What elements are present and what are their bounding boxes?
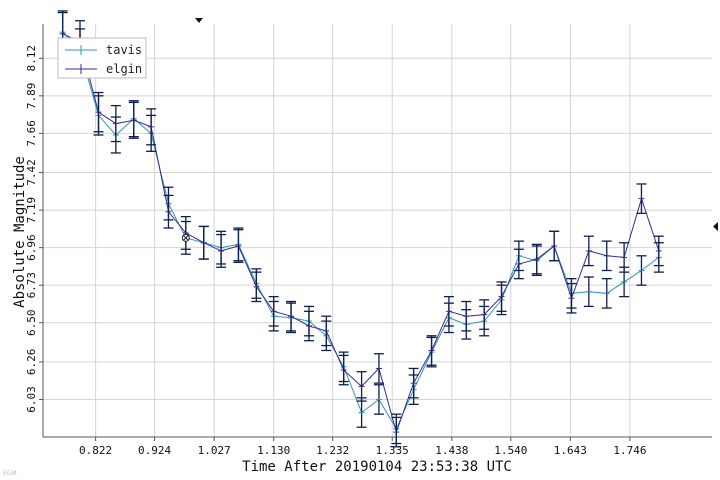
- reference-marker-layer: [181, 233, 190, 242]
- x-tick-label: 1.540: [494, 444, 527, 457]
- y-tick-label: 6.26: [25, 349, 38, 376]
- legend-label-tavis: tavis: [106, 43, 142, 57]
- x-tick-label: 1.335: [376, 444, 409, 457]
- x-tick-label: 0.924: [138, 444, 171, 457]
- series-line-elgin: [62, 33, 660, 434]
- series: [57, 10, 664, 448]
- series-elgin: [57, 11, 664, 448]
- x-tick-label: 1.232: [316, 444, 349, 457]
- x-tick-label: 1.130: [257, 444, 290, 457]
- x-tick-label: 0.822: [79, 444, 112, 457]
- x-ticks: 0.822 0.924 1.027 1.130 1.232 1.335 1.438 1.540…: [79, 437, 646, 457]
- y-tick-label: 7.89: [25, 83, 38, 110]
- x-cursor-marker[interactable]: [195, 18, 203, 23]
- x-tick-label: 1.643: [554, 444, 587, 457]
- y-tick-label: 8.12: [25, 45, 38, 72]
- grid: [43, 24, 712, 437]
- x-tick-label: 1.027: [198, 444, 231, 457]
- legend: tavis elgin: [57, 37, 147, 79]
- y-tick-label: 6.03: [25, 386, 38, 413]
- x-axis-title: Time After 20190104 23:53:38 UTC: [242, 459, 512, 475]
- y-cursor-marker[interactable]: [713, 222, 718, 231]
- y-tick-label: 6.50: [25, 309, 38, 336]
- series-line-tavis: [62, 31, 660, 430]
- x-tick-label: 1.746: [613, 444, 646, 457]
- y-tick-label: 7.66: [25, 120, 38, 147]
- magnitude-chart: 0.822 0.924 1.027 1.130 1.232 1.335 1.438 1.540…: [3, 10, 718, 477]
- corner-note: EGM: [3, 470, 17, 477]
- x-tick-label: 1.438: [435, 444, 468, 457]
- y-axis-title: Absolute Magnitude: [12, 156, 28, 308]
- series-tavis: [57, 10, 664, 445]
- legend-label-elgin: elgin: [106, 62, 142, 76]
